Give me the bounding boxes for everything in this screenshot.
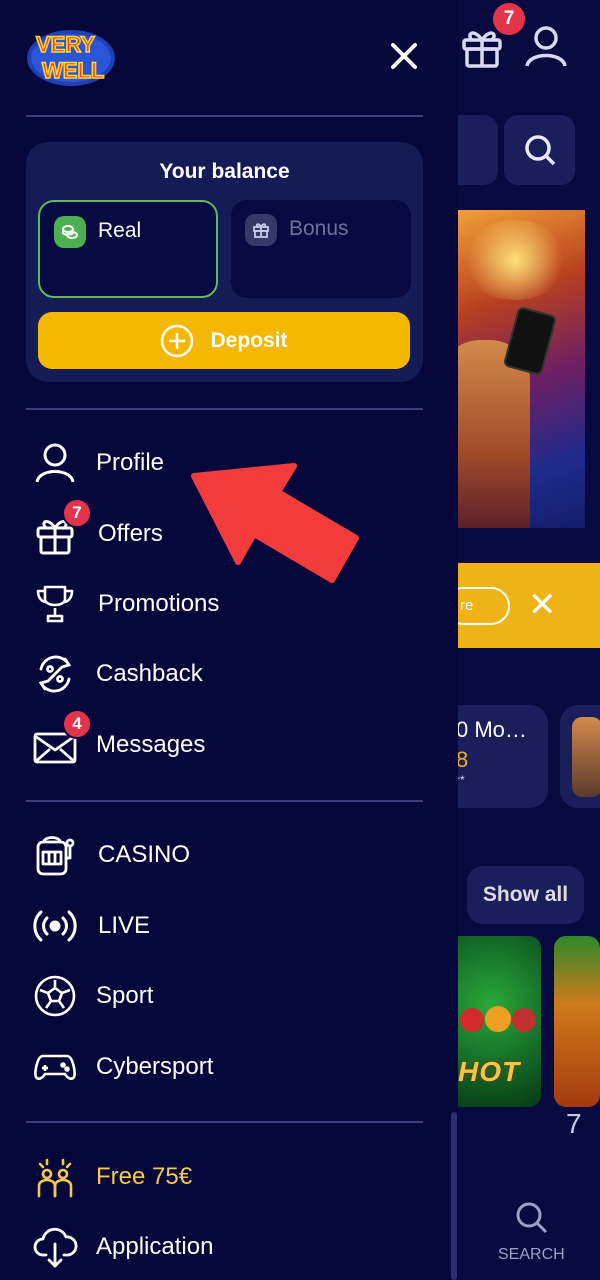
background-search-button[interactable]: [504, 115, 575, 185]
very-well-logo[interactable]: VERY WELL: [24, 22, 118, 90]
bottom-nav-search-icon[interactable]: [514, 1200, 550, 1236]
menu-item-casino[interactable]: CASINO: [28, 826, 428, 884]
menu-item-free-bonus[interactable]: Free 75€: [28, 1148, 428, 1206]
cashback-icon: [38, 655, 72, 693]
bonus-balance-label: Bonus: [289, 217, 349, 240]
menu-item-sport[interactable]: Sport: [28, 967, 428, 1025]
game-card-note: r*: [456, 773, 465, 787]
user-icon: [35, 443, 75, 483]
gift-icon: [245, 214, 277, 246]
menu-item-label: Sport: [96, 982, 154, 1009]
divider: [26, 1121, 423, 1123]
notice-close-icon[interactable]: ✕: [528, 587, 557, 623]
orange-graphic: [485, 1006, 511, 1032]
menu-item-label: Cashback: [96, 660, 203, 687]
menu-item-label: LIVE: [98, 912, 151, 939]
menu-item-label: Promotions: [98, 590, 220, 617]
offers-count-badge: 7: [62, 498, 92, 528]
balance-title: Your balance: [159, 160, 290, 183]
trophy-icon: [36, 585, 74, 623]
divider: [26, 115, 423, 117]
celebration-icon: [37, 1158, 73, 1198]
background-game-tile-2[interactable]: [554, 936, 600, 1107]
gamepad-icon: [34, 1054, 76, 1080]
background-notice-bar: re ✕: [440, 563, 600, 648]
balance-card: Your balance Real Bonus Deposit: [26, 142, 423, 382]
background-gift-badge: 7: [493, 3, 525, 35]
background-partial-number: 7: [566, 1108, 582, 1139]
soccer-ball-icon: [34, 975, 76, 1017]
menu-item-application[interactable]: Application: [28, 1218, 428, 1276]
download-cloud-icon: [33, 1227, 78, 1268]
menu-item-live[interactable]: LIVE: [28, 897, 428, 955]
close-icon[interactable]: [386, 38, 422, 74]
menu-item-label: Free 75€: [96, 1163, 193, 1190]
bottom-nav-search-label[interactable]: SEARCH: [498, 1246, 565, 1264]
messages-count-badge: 4: [62, 709, 92, 739]
game-card-value: 8: [456, 747, 469, 772]
menu-item-label: Profile: [96, 449, 165, 476]
real-balance-label: Real: [98, 219, 142, 242]
side-drawer: VERY WELL Your balance Real Bonus Deposi…: [0, 0, 450, 1280]
live-broadcast-icon: [33, 910, 77, 942]
banner-phone: [502, 305, 558, 377]
background-user-icon[interactable]: [524, 24, 568, 68]
search-icon: [524, 135, 555, 166]
scrollbar-thumb[interactable]: [451, 1112, 457, 1280]
divider: [26, 800, 423, 802]
logo-word-very: VERY: [36, 32, 95, 57]
menu-item-cybersport[interactable]: Cybersport: [28, 1038, 428, 1096]
deposit-button[interactable]: Deposit: [38, 312, 410, 369]
menu-item-label: Cybersport: [96, 1053, 214, 1080]
logo-word-well: WELL: [42, 58, 104, 83]
game-card-title: 0 Mo…: [456, 717, 527, 742]
menu-item-label: Application: [96, 1233, 214, 1260]
cherry-graphic: [460, 1008, 484, 1032]
app-screen: 7 re ✕ 0 Mo… 8 r* Show all HOT 7 SEARCH: [0, 0, 600, 1280]
game-tile-label: HOT: [458, 1056, 521, 1087]
background-promo-banner[interactable]: [440, 210, 585, 528]
menu-item-cashback[interactable]: Cashback: [28, 645, 428, 703]
menu-item-label: Offers: [98, 520, 163, 547]
plum-graphic: [512, 1008, 536, 1032]
menu-item-label: Messages: [96, 731, 206, 758]
game-thumbnail: [572, 717, 600, 797]
coins-icon: [54, 216, 86, 248]
bonus-balance-tab[interactable]: Bonus: [231, 200, 411, 298]
drawer-scrollbar[interactable]: [450, 0, 458, 1280]
deposit-label: Deposit: [210, 328, 288, 352]
divider: [26, 408, 423, 410]
plus-circle-icon: [161, 324, 194, 357]
menu-item-messages[interactable]: 4 Messages: [28, 709, 428, 774]
slot-machine-icon: [36, 836, 75, 876]
annotation-arrow: [191, 463, 359, 583]
real-balance-tab[interactable]: Real: [38, 200, 218, 298]
menu-item-label: CASINO: [98, 841, 191, 868]
background-game-card-2[interactable]: [560, 705, 600, 808]
show-all-button[interactable]: Show all: [467, 866, 584, 924]
banner-glow: [460, 220, 570, 300]
